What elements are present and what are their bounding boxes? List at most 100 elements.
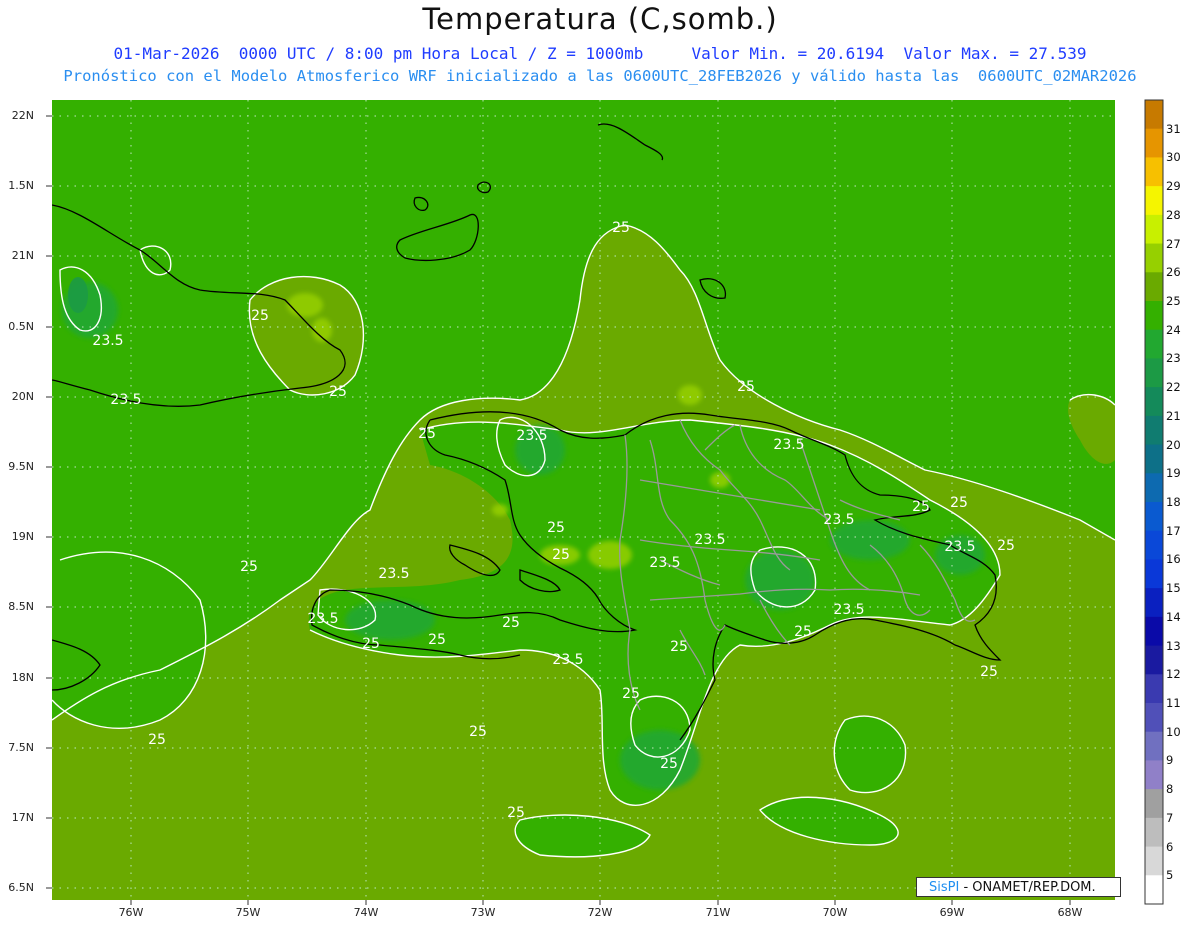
colorbar-swatch bbox=[1145, 100, 1163, 130]
contour-label: 25 bbox=[552, 547, 570, 563]
colorbar bbox=[1145, 100, 1163, 905]
contour-label: 25 bbox=[251, 308, 269, 324]
contour-label: 25 bbox=[507, 805, 525, 821]
lon-label-69w: 69W bbox=[939, 906, 965, 919]
colorbar-swatch bbox=[1145, 214, 1163, 245]
contour-label: 25 bbox=[329, 384, 347, 400]
contour-label: 23.5 bbox=[694, 532, 725, 548]
colorbar-label: 19 bbox=[1166, 466, 1181, 481]
contour-label: 25 bbox=[660, 756, 678, 772]
colorbar-label: 25 bbox=[1166, 294, 1181, 308]
colorbar-swatch bbox=[1145, 444, 1163, 474]
colorbar-label: 13 bbox=[1166, 638, 1181, 653]
lat-label-20n: 20N bbox=[11, 390, 34, 403]
contour-label: 25 bbox=[469, 724, 487, 740]
colorbar-swatch bbox=[1145, 243, 1163, 273]
colorbar-label: 18 bbox=[1166, 495, 1181, 509]
colorbar-swatch bbox=[1145, 846, 1163, 876]
colorbar-label: 7 bbox=[1166, 810, 1174, 825]
colorbar-label: 16 bbox=[1166, 552, 1181, 567]
colorbar-label: 12 bbox=[1166, 667, 1181, 682]
lon-label-73w: 73W bbox=[470, 906, 496, 919]
lat-label-19n: 19N bbox=[11, 530, 34, 543]
lat-label-22n: 22N bbox=[11, 109, 34, 122]
colorbar-swatch bbox=[1145, 301, 1163, 331]
colorbar-label: 24 bbox=[1166, 322, 1181, 337]
contour-label: 23.5 bbox=[110, 392, 141, 408]
colorbar-label: 20 bbox=[1166, 437, 1181, 452]
credit-box: SisPI - ONAMET/REP.DOM. bbox=[916, 877, 1121, 897]
colorbar-swatch bbox=[1145, 415, 1163, 446]
colorbar-label: 23 bbox=[1166, 351, 1181, 366]
lat-label-17n: 17N bbox=[11, 811, 34, 824]
contour-label: 25 bbox=[737, 379, 755, 395]
colorbar-swatch bbox=[1145, 645, 1163, 675]
lon-label-71w: 71W bbox=[705, 906, 731, 919]
colorbar-swatch bbox=[1145, 674, 1163, 704]
colorbar-swatch bbox=[1145, 387, 1163, 417]
colorbar-swatch bbox=[1145, 559, 1163, 589]
contour-label: 23.5 bbox=[773, 437, 804, 453]
colorbar-swatch bbox=[1145, 616, 1163, 647]
colorbar-swatch bbox=[1145, 817, 1163, 848]
colorbar-swatch bbox=[1145, 530, 1163, 560]
lat-label-17-5n: 7.5N bbox=[8, 741, 34, 754]
colorbar-label: 11 bbox=[1166, 696, 1181, 710]
lat-label-20-5n: 0.5N bbox=[8, 320, 34, 333]
contour-label: 23.5 bbox=[823, 512, 854, 528]
colorbar-swatch bbox=[1145, 186, 1163, 216]
colorbar-swatch bbox=[1145, 731, 1163, 761]
contour-label: 25 bbox=[950, 495, 968, 511]
lat-label-19-5n: 9.5N bbox=[8, 460, 34, 473]
contour-label: 25 bbox=[502, 615, 520, 631]
contour-label: 25 bbox=[547, 520, 565, 536]
colorbar-swatch bbox=[1145, 157, 1163, 187]
contour-label: 25 bbox=[418, 426, 436, 442]
contour-label: 23.5 bbox=[516, 428, 547, 444]
colorbar-swatch bbox=[1145, 703, 1163, 733]
colorbar-label: 22 bbox=[1166, 380, 1181, 395]
lon-label-74w: 74W bbox=[353, 906, 379, 919]
colorbar-label: 14 bbox=[1166, 609, 1181, 624]
credit-text: - ONAMET/REP.DOM. bbox=[959, 880, 1096, 895]
contour-label: 25 bbox=[980, 664, 998, 680]
contour-label: 25 bbox=[612, 220, 630, 236]
colorbar-label: 17 bbox=[1166, 523, 1181, 538]
colorbar-label: 29 bbox=[1166, 179, 1181, 194]
colorbar-label: 10 bbox=[1166, 724, 1181, 739]
lon-label-75w: 75W bbox=[235, 906, 261, 919]
lat-label-18-5n: 8.5N bbox=[8, 600, 34, 613]
colorbar-swatch bbox=[1145, 358, 1163, 388]
contour-label: 23.5 bbox=[649, 555, 680, 571]
lon-label-68w: 68W bbox=[1057, 906, 1083, 919]
colorbar-label: 30 bbox=[1166, 150, 1181, 165]
colorbar-label: 26 bbox=[1166, 265, 1181, 280]
colorbar-swatch bbox=[1145, 272, 1163, 302]
colorbar-swatch bbox=[1145, 760, 1163, 790]
colorbar-label: 28 bbox=[1166, 207, 1181, 222]
temperature-map: 25 23.5 25 23.5 25 25 23.5 25 23.5 23.5 25 25 23.5 23… bbox=[46, 99, 1164, 905]
colorbar-swatch bbox=[1145, 875, 1163, 905]
contour-label: 23.5 bbox=[307, 611, 338, 627]
colorbar-label: 15 bbox=[1166, 581, 1181, 596]
lat-label-21n: 21N bbox=[11, 249, 34, 262]
contour-label: 25 bbox=[148, 732, 166, 748]
colorbar-swatch bbox=[1145, 473, 1163, 503]
contour-label: 25 bbox=[794, 624, 812, 640]
lat-label-21-5n: 1.5N bbox=[8, 179, 34, 192]
contour-label: 23.5 bbox=[944, 539, 975, 555]
contour-label: 23.5 bbox=[833, 602, 864, 618]
contour-label: 25 bbox=[622, 686, 640, 702]
colorbar-swatch bbox=[1145, 128, 1163, 158]
contour-label: 25 bbox=[428, 632, 446, 648]
colorbar-swatch bbox=[1145, 588, 1163, 618]
contour-label: 25 bbox=[997, 538, 1015, 554]
lon-label-76w: 76W bbox=[118, 906, 144, 919]
colorbar-label: 8 bbox=[1166, 782, 1174, 797]
colorbar-label: 9 bbox=[1166, 753, 1174, 768]
colorbar-label: 6 bbox=[1166, 839, 1174, 854]
lon-label-70w: 70W bbox=[822, 906, 848, 919]
colorbar-label: 5 bbox=[1166, 868, 1174, 883]
contour-label: 25 bbox=[912, 499, 930, 515]
contour-label: 25 bbox=[362, 636, 380, 652]
